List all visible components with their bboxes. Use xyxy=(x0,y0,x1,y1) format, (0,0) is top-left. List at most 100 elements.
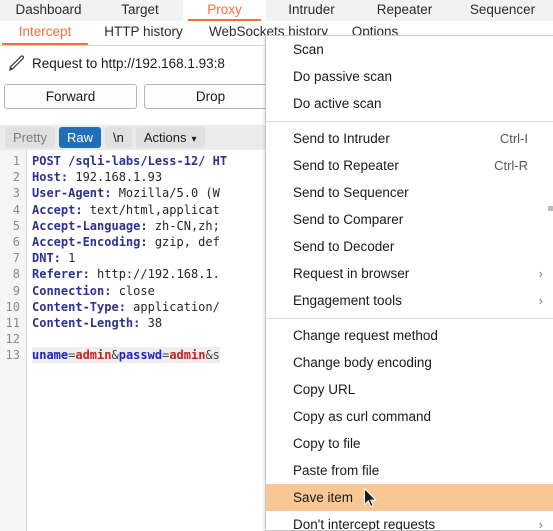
line-number: 12 xyxy=(5,332,20,347)
subtab-http-history-label: HTTP history xyxy=(104,24,183,39)
menu-item-label: Copy as curl command xyxy=(293,409,432,424)
menu-item-shortcut: Ctrl-I xyxy=(499,131,528,146)
tab-proxy-label: Proxy xyxy=(207,2,242,17)
pretty-view-button[interactable]: Pretty xyxy=(5,127,55,148)
header-value: zh-CN,zh; xyxy=(147,218,220,233)
header-value: Mozilla/5.0 (W xyxy=(111,186,220,201)
param-name: uname xyxy=(32,348,69,363)
header-name: Content-Type: xyxy=(32,299,126,314)
line-number: 6 xyxy=(12,234,20,249)
newline-toggle-button[interactable]: \n xyxy=(104,127,132,148)
menu-item-do-passive-scan[interactable]: Do passive scan xyxy=(266,63,553,90)
menu-item-paste-from-file[interactable]: Paste from file xyxy=(266,457,553,484)
chevron-right-icon: › xyxy=(538,293,543,308)
menu-item-do-active-scan[interactable]: Do active scan xyxy=(266,90,553,117)
header-value: 192.168.1.93 xyxy=(68,170,163,185)
menu-item-label: Send to Intruder xyxy=(293,131,390,146)
header-value: 38 xyxy=(140,315,163,330)
raw-view-button[interactable]: Raw xyxy=(58,127,101,148)
menu-scrollbar[interactable] xyxy=(548,36,553,530)
menu-item-dont-intercept-requests[interactable]: Don't intercept requests › xyxy=(266,511,553,531)
subtab-intercept[interactable]: Intercept xyxy=(0,21,90,45)
menu-separator xyxy=(266,318,553,319)
menu-item-send-to-decoder[interactable]: Send to Decoder xyxy=(266,233,553,260)
header-name: Accept-Encoding: xyxy=(32,234,148,249)
menu-item-label: Do passive scan xyxy=(293,69,393,84)
menu-scrollbar-thumb[interactable] xyxy=(548,206,553,211)
forward-button[interactable]: Forward xyxy=(4,84,137,109)
param-name: passwd xyxy=(118,348,163,363)
main-tab-bar: Dashboard Target Proxy Intruder Repeater… xyxy=(0,0,553,22)
menu-item-copy-to-file[interactable]: Copy to file xyxy=(266,430,553,457)
tab-repeater[interactable]: Repeater xyxy=(357,0,452,21)
menu-item-label: Change request method xyxy=(293,328,438,343)
request-target-text: Request to http://192.168.1.93:8 xyxy=(32,55,225,71)
tab-dashboard-label: Dashboard xyxy=(15,2,82,17)
chevron-right-icon: › xyxy=(538,266,543,281)
chevron-down-icon: ▾ xyxy=(191,134,197,145)
menu-item-copy-url[interactable]: Copy URL xyxy=(266,376,553,403)
tab-target-label: Target xyxy=(121,2,159,17)
header-value: http://192.168.1. xyxy=(89,267,220,282)
line-number: 7 xyxy=(12,251,20,266)
line-number: 13 xyxy=(5,348,20,363)
menu-item-engagement-tools[interactable]: Engagement tools › xyxy=(266,287,553,314)
menu-item-label: Don't intercept requests xyxy=(293,517,436,531)
line-number: 11 xyxy=(5,315,20,330)
menu-item-request-in-browser[interactable]: Request in browser › xyxy=(266,260,553,287)
actions-menu-label: Actions xyxy=(143,130,187,145)
tab-target[interactable]: Target xyxy=(97,0,183,21)
tab-sequencer[interactable]: Sequencer xyxy=(452,0,553,21)
header-value: application/ xyxy=(125,299,220,314)
line-number: 8 xyxy=(12,267,20,282)
menu-item-shortcut: Ctrl-R xyxy=(494,158,528,173)
header-name: Content-Length: xyxy=(32,315,141,330)
subtab-http-history[interactable]: HTTP history xyxy=(90,21,197,45)
menu-item-label: Copy URL xyxy=(293,382,356,397)
menu-item-label: Scan xyxy=(293,42,324,57)
header-name: DNT: xyxy=(32,251,61,266)
actions-menu-button[interactable]: Actions ▾ xyxy=(135,127,205,148)
tab-intruder-label: Intruder xyxy=(288,2,335,17)
param-separator: & xyxy=(111,348,119,363)
menu-item-change-body-encoding[interactable]: Change body encoding xyxy=(266,349,553,376)
menu-item-label: Copy to file xyxy=(293,436,361,451)
header-name: Host: xyxy=(32,170,69,185)
line-number: 9 xyxy=(12,283,20,298)
tab-sequencer-label: Sequencer xyxy=(469,2,536,17)
header-name: Accept-Language: xyxy=(32,218,148,233)
line-number: 10 xyxy=(5,299,20,314)
menu-item-scan[interactable]: Scan xyxy=(266,36,553,63)
menu-item-send-to-intruder[interactable]: Send to Intruder Ctrl-I xyxy=(266,125,553,152)
menu-item-label: Send to Sequencer xyxy=(293,185,409,200)
context-menu[interactable]: Scan Do passive scan Do active scan Send… xyxy=(265,35,553,531)
menu-item-change-request-method[interactable]: Change request method xyxy=(266,322,553,349)
menu-item-label: Send to Comparer xyxy=(293,212,404,227)
subtab-intercept-label: Intercept xyxy=(18,24,72,39)
menu-separator xyxy=(266,121,553,122)
pencil-icon xyxy=(6,52,28,74)
menu-item-label: Save item xyxy=(293,490,354,505)
menu-item-save-item[interactable]: Save item xyxy=(266,484,553,511)
menu-item-send-to-comparer[interactable]: Send to Comparer xyxy=(266,206,553,233)
drop-button[interactable]: Drop xyxy=(144,84,277,109)
menu-item-send-to-sequencer[interactable]: Send to Sequencer xyxy=(266,179,553,206)
menu-item-label: Paste from file xyxy=(293,463,380,478)
menu-item-send-to-repeater[interactable]: Send to Repeater Ctrl-R xyxy=(266,152,553,179)
header-name: User-Agent: xyxy=(32,186,112,201)
header-name: Accept: xyxy=(32,202,83,217)
tab-dashboard[interactable]: Dashboard xyxy=(0,0,97,21)
line-number: 5 xyxy=(12,218,20,233)
menu-item-label: Request in browser xyxy=(293,266,410,281)
header-value: gzip, def xyxy=(147,234,220,249)
menu-item-label: Send to Decoder xyxy=(293,239,395,254)
tab-intruder[interactable]: Intruder xyxy=(266,0,357,21)
header-name: Referer: xyxy=(32,267,90,282)
header-name: Connection: xyxy=(32,283,112,298)
tab-proxy[interactable]: Proxy xyxy=(183,0,266,21)
tab-repeater-label: Repeater xyxy=(376,2,433,17)
param-value: admin xyxy=(75,348,112,363)
header-value: text/html,applicat xyxy=(82,202,220,217)
header-value: close xyxy=(111,283,155,298)
menu-item-copy-as-curl-command[interactable]: Copy as curl command xyxy=(266,403,553,430)
